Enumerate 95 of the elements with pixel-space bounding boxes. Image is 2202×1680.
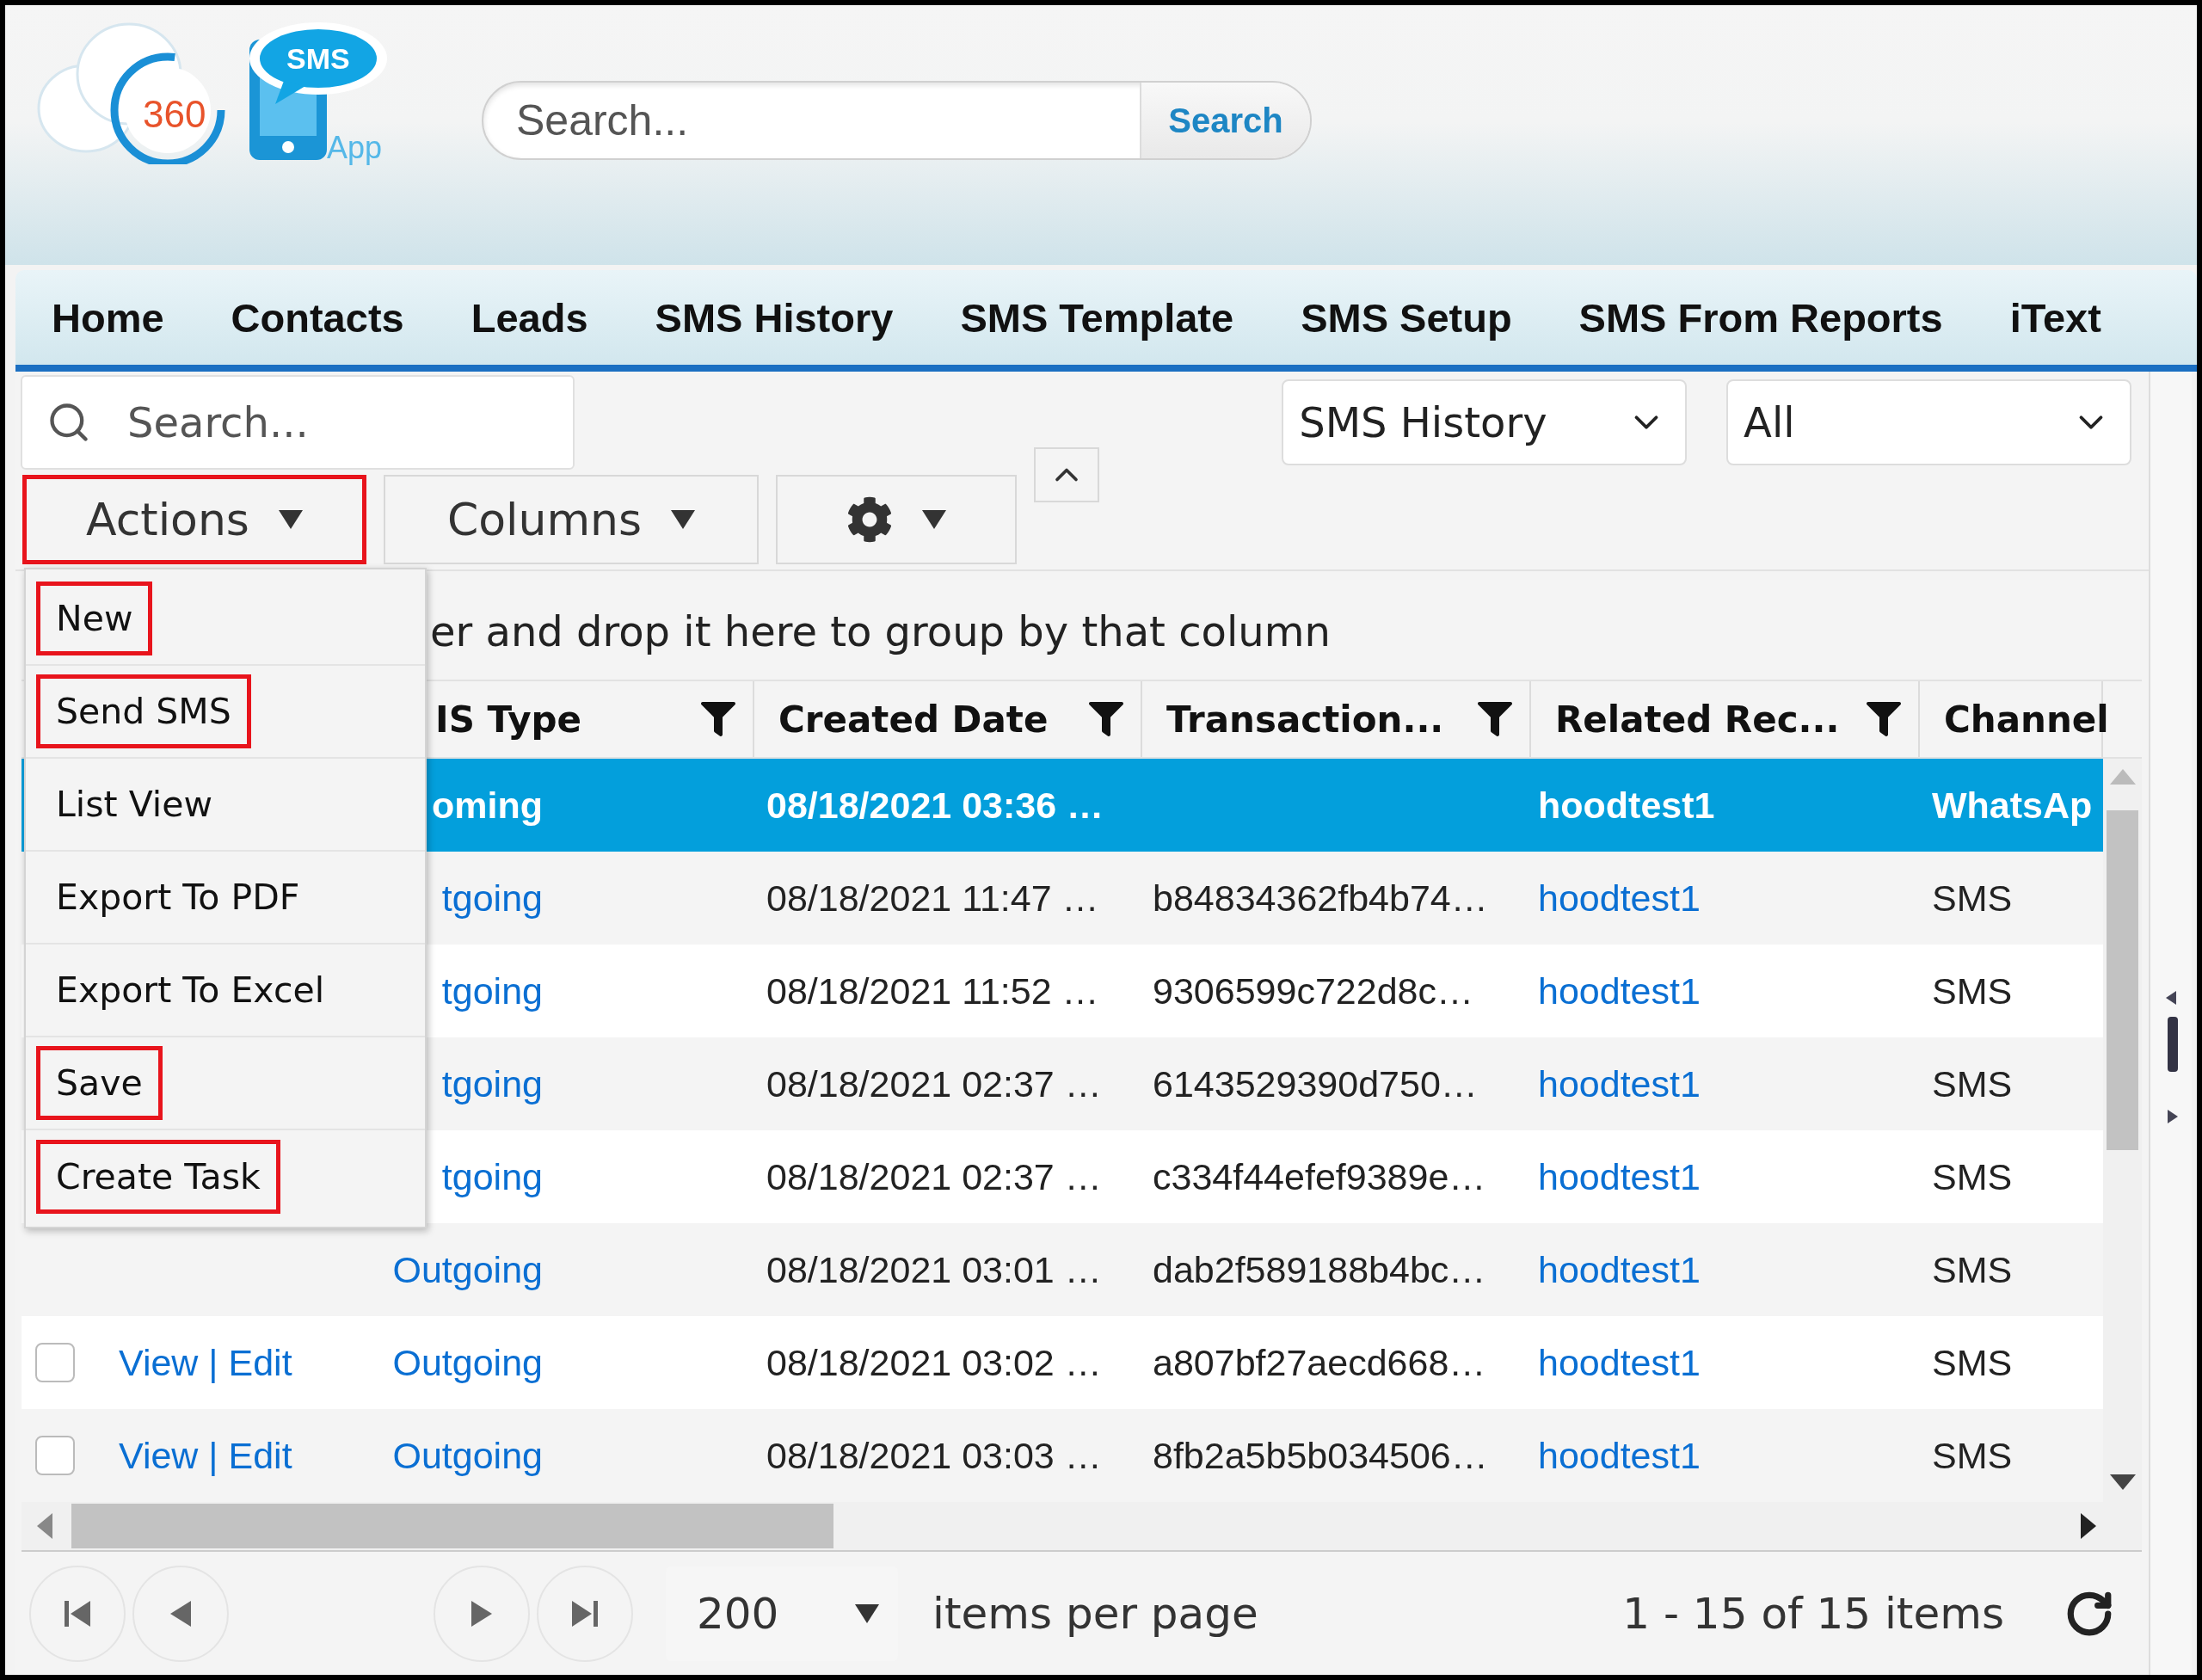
next-page-icon — [471, 1600, 492, 1627]
table-cell: 08/18/2021 02:37 … — [766, 1062, 1102, 1105]
caret-icon — [922, 510, 946, 529]
filter-icon[interactable] — [1478, 702, 1512, 736]
previous-page-icon — [170, 1600, 191, 1627]
filter-icon[interactable] — [1867, 702, 1901, 736]
table-cell: 08/18/2021 02:37 … — [766, 1155, 1102, 1198]
record-link[interactable]: hoodtest1 — [1538, 877, 1701, 920]
nav-tab[interactable]: Contacts — [231, 293, 404, 342]
nav-tab[interactable]: SMS Setup — [1301, 293, 1512, 342]
nav-tab[interactable]: Home — [52, 293, 164, 342]
table-cell: SMS — [1932, 1155, 2013, 1198]
table-cell: dab2f589188b4bc… — [1153, 1248, 1486, 1291]
menu-item[interactable]: New — [36, 582, 153, 655]
table-cell: 08/18/2021 03:36 … — [766, 784, 1104, 827]
record-link[interactable]: hoodtest1 — [1538, 1434, 1701, 1477]
table-cell: 08/18/2021 11:47 … — [766, 877, 1099, 920]
collapse-button[interactable] — [1034, 447, 1099, 502]
table-cell: SMS — [1932, 877, 2013, 920]
filter-icon[interactable] — [1089, 702, 1123, 736]
table-row[interactable]: View | Edit Outgoing 08/18/2021 03:02 … a807bf27aecd668… hoodtest1 SMS — [22, 1316, 2103, 1409]
menu-item[interactable]: Export To PDF — [36, 860, 320, 934]
first-page-icon — [65, 1600, 90, 1627]
object-select[interactable]: SMS History — [1282, 379, 1688, 465]
search-field[interactable]: Search... Search — [482, 81, 1312, 160]
menu-item[interactable]: Create Task — [36, 1140, 280, 1214]
table-cell: 08/18/2021 03:02 … — [766, 1341, 1102, 1384]
record-link[interactable]: hoodtest1 — [1538, 1248, 1701, 1291]
type-link[interactable]: Outgoing — [384, 1248, 543, 1291]
table-cell: 9306599c722d8c… — [1153, 969, 1473, 1012]
caret-icon — [671, 510, 696, 529]
filter-icon[interactable] — [701, 702, 735, 736]
logo-text: App — [327, 130, 383, 166]
filter-select[interactable]: All — [1726, 379, 2131, 465]
logo-text: SMS — [286, 42, 350, 76]
scroll-right-icon[interactable] — [2081, 1513, 2096, 1539]
record-link[interactable]: hoodtest1 — [1538, 1062, 1701, 1105]
menu-item[interactable]: Send SMS — [36, 674, 251, 748]
column-title: Related Rec... — [1555, 698, 1840, 741]
table-cell: WhatsAp — [1932, 784, 2093, 827]
table-cell: a807bf27aecd668… — [1153, 1341, 1486, 1384]
scroll-down-icon[interactable] — [2110, 1474, 2136, 1490]
group-hint: er and drop it here to group by that column — [430, 607, 1331, 655]
settings-button[interactable] — [776, 475, 1017, 564]
pager-summary: 1 - 15 of 15 items — [1622, 1588, 2004, 1639]
table-cell: SMS — [1932, 1434, 2013, 1477]
caret-icon — [278, 510, 303, 529]
record-link[interactable]: hoodtest1 — [1538, 1155, 1701, 1198]
menu-item[interactable]: Export To Excel — [36, 953, 345, 1027]
table-cell: SMS — [1932, 1341, 2013, 1384]
table-cell: SMS — [1932, 1062, 2013, 1105]
table-cell: SMS — [1932, 1248, 2013, 1291]
table-cell: c334f44efef9389e… — [1153, 1155, 1486, 1198]
row-checkbox[interactable] — [35, 1436, 75, 1475]
table-cell: b84834362fb4b74… — [1153, 877, 1488, 920]
search-button[interactable]: Search — [1140, 83, 1310, 158]
column-title: IS Type — [435, 698, 582, 741]
settings-icon — [846, 496, 893, 543]
column-title: Transaction... — [1166, 698, 1444, 741]
nav-tab[interactable]: SMS Template — [960, 293, 1234, 342]
logo-text: 360 — [143, 93, 206, 136]
columns-button[interactable]: Columns — [384, 475, 759, 564]
last-page-icon — [572, 1600, 598, 1627]
scrollbar-thumb[interactable] — [2107, 810, 2138, 1150]
table-cell: 08/18/2021 03:01 … — [766, 1248, 1102, 1291]
actions-button[interactable]: Actions — [22, 475, 366, 564]
search-input[interactable]: Search... — [126, 397, 538, 447]
table-cell: 8fb2a5b5b034506… — [1153, 1434, 1488, 1477]
nav-tab[interactable]: iText — [2009, 293, 2101, 342]
search-field[interactable]: Search... — [21, 375, 575, 470]
table-cell: 6143529390d750… — [1153, 1062, 1478, 1105]
view-edit-link[interactable]: View | Edit — [119, 1434, 292, 1477]
type-link[interactable]: Outgoing — [384, 1341, 543, 1384]
table-cell: SMS — [1932, 969, 2013, 1012]
table-cell: 08/18/2021 11:52 … — [766, 969, 1099, 1012]
nav-tab[interactable]: SMS From Reports — [1578, 293, 1943, 342]
caret-icon — [855, 1603, 879, 1623]
column-header[interactable]: Created Date — [754, 681, 1142, 757]
column-title: Created Date — [778, 698, 1049, 741]
column-header[interactable]: Transaction... — [1142, 681, 1531, 757]
menu-item[interactable]: Save — [36, 1046, 163, 1120]
table-cell: 08/18/2021 03:03 … — [766, 1434, 1102, 1477]
nav-tab[interactable]: SMS History — [655, 293, 894, 342]
record-link[interactable]: hoodtest1 — [1538, 1341, 1701, 1384]
column-header[interactable]: Related Rec... — [1531, 681, 1920, 757]
search-input[interactable]: Search... — [483, 83, 1140, 158]
page-size-label: items per page — [932, 1588, 1258, 1639]
nav-tab[interactable]: Leads — [471, 293, 588, 342]
type-link[interactable]: Outgoing — [384, 1434, 543, 1477]
view-edit-link[interactable]: View | Edit — [119, 1341, 292, 1384]
scrollbar-thumb[interactable] — [71, 1504, 833, 1548]
scroll-left-icon[interactable] — [37, 1513, 52, 1539]
row-checkbox[interactable] — [35, 1343, 75, 1382]
menu-item[interactable]: List View — [36, 767, 232, 841]
record-link[interactable]: hoodtest1 — [1538, 969, 1701, 1012]
